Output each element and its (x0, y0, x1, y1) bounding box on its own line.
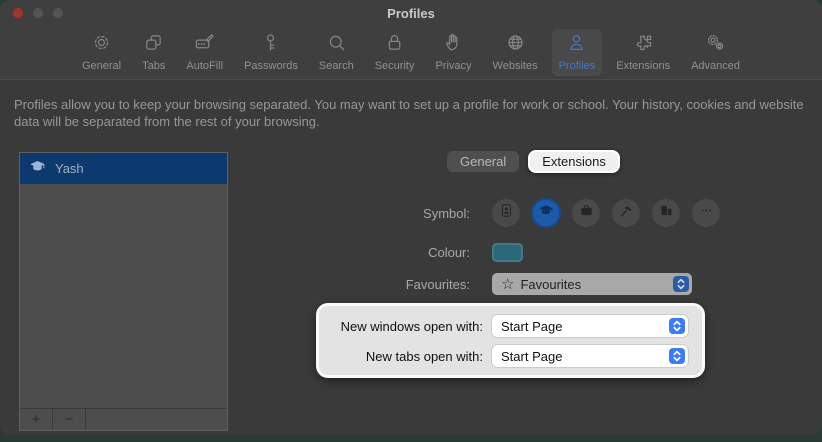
toolbar-item-privacy[interactable]: Privacy (428, 29, 478, 76)
desktop-background (0, 435, 822, 442)
hand-icon (443, 32, 464, 58)
graduation-cap-icon (538, 204, 554, 223)
colour-well[interactable] (492, 243, 523, 262)
symbol-label: Symbol: (423, 205, 470, 221)
favourites-value: Favourites (520, 276, 582, 292)
ellipsis-icon (699, 203, 714, 223)
symbol-options (492, 198, 720, 228)
person-icon (566, 32, 587, 58)
autofill-icon (194, 32, 215, 58)
hammer-icon (619, 203, 634, 223)
settings-toolbar: General Tabs AutoFill Passwords Search S… (0, 26, 822, 80)
gear-icon (91, 32, 112, 58)
toolbar-label: Profiles (558, 60, 596, 72)
toolbar-item-passwords[interactable]: Passwords (237, 29, 305, 76)
new-tabs-label: New tabs open with: (365, 348, 483, 364)
stepper-icon (669, 318, 685, 334)
profile-list-item-yash[interactable]: Yash (20, 153, 227, 184)
window-title: Profiles (387, 6, 435, 21)
favourites-dropdown[interactable]: ☆ Favourites (492, 273, 692, 295)
sidebar-bottom-bar: + − (20, 408, 227, 430)
star-icon: ☆ (501, 275, 515, 293)
profile-detail-tabs: General Extensions (447, 150, 620, 173)
profiles-description: Profiles allow you to keep your browsing… (14, 97, 804, 129)
graduation-cap-icon (29, 160, 46, 177)
symbol-option-hammer[interactable] (612, 199, 640, 227)
colour-row: Colour: (0, 243, 523, 262)
toolbar-item-extensions[interactable]: Extensions (609, 29, 677, 76)
toolbar-label: Websites (492, 60, 538, 72)
stepper-icon (673, 276, 689, 292)
toolbar-label: Privacy (435, 60, 472, 72)
toolbar-label: Passwords (244, 60, 298, 72)
remove-profile-button[interactable]: − (53, 409, 86, 430)
new-tabs-dropdown[interactable]: Start Page (492, 345, 688, 367)
toolbar-label: General (81, 60, 122, 72)
toolbar-label: Advanced (691, 60, 741, 72)
symbol-option-person-badge[interactable] (492, 199, 520, 227)
new-windows-row: New windows open with: Start Page (319, 315, 688, 337)
new-tabs-value: Start Page (501, 348, 563, 364)
toolbar-label: Extensions (616, 60, 671, 72)
toolbar-item-profiles[interactable]: Profiles (551, 29, 603, 76)
tabs-icon (143, 32, 164, 58)
toolbar-item-websites[interactable]: Websites (486, 29, 545, 76)
toolbar-item-advanced[interactable]: Advanced (684, 29, 747, 76)
building-icon (659, 203, 674, 223)
magnifier-icon (326, 32, 347, 58)
safari-settings-window: Profiles General Tabs AutoFill Passwords… (0, 0, 822, 435)
colour-label: Colour: (428, 245, 470, 260)
profile-name: Yash (55, 161, 84, 176)
toolbar-item-autofill[interactable]: AutoFill (179, 29, 230, 76)
briefcase-icon (579, 203, 594, 223)
symbol-option-graduation-cap[interactable] (531, 198, 561, 228)
toolbar-item-security[interactable]: Security (368, 29, 422, 76)
toolbar-item-search[interactable]: Search (312, 29, 361, 76)
toolbar-label: AutoFill (186, 60, 224, 72)
favourites-row: Favourites: ☆ Favourites (0, 273, 692, 295)
gears-icon (705, 32, 726, 58)
favourites-label: Favourites: (405, 276, 470, 292)
symbol-option-building[interactable] (652, 199, 680, 227)
toolbar-item-general[interactable]: General (75, 29, 128, 76)
new-windows-label: New windows open with: (340, 318, 483, 334)
symbol-row: Symbol: (0, 198, 720, 228)
symbol-option-more[interactable] (692, 199, 720, 227)
tutorial-highlight-box: New windows open with: Start Page New ta… (316, 303, 705, 378)
toolbar-item-tabs[interactable]: Tabs (135, 29, 172, 76)
stepper-icon (669, 348, 685, 364)
puzzle-icon (633, 32, 654, 58)
globe-icon (505, 32, 526, 58)
new-windows-dropdown[interactable]: Start Page (492, 315, 688, 337)
toolbar-label: Security (374, 60, 415, 72)
add-profile-button[interactable]: + (20, 409, 53, 430)
titlebar: Profiles (0, 0, 822, 26)
tab-general[interactable]: General (447, 151, 520, 172)
tab-extensions[interactable]: Extensions (528, 150, 620, 173)
symbol-option-briefcase[interactable] (572, 199, 600, 227)
toolbar-label: Tabs (142, 60, 166, 72)
key-icon (260, 32, 281, 58)
new-windows-value: Start Page (501, 318, 563, 334)
new-tabs-row: New tabs open with: Start Page (319, 345, 688, 367)
person-badge-icon (499, 203, 514, 223)
lock-icon (384, 32, 405, 58)
toolbar-label: Search (318, 60, 354, 72)
